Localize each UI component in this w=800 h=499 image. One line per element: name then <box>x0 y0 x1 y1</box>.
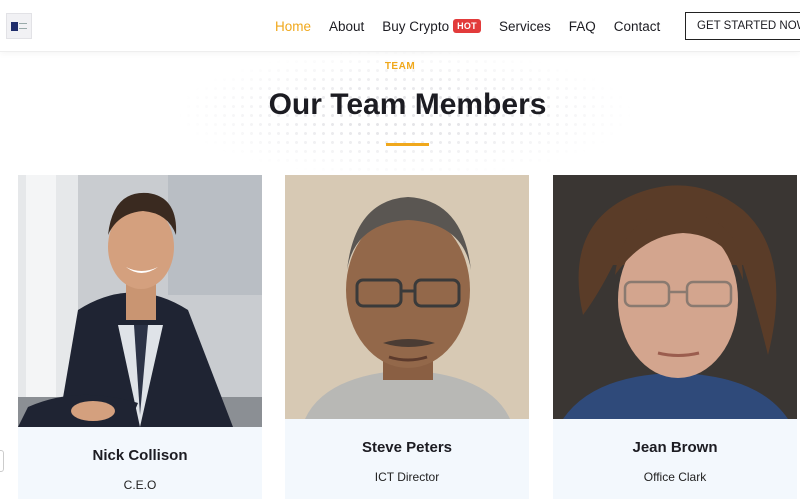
site-header: Home About Buy Crypto HOT Services FAQ Co… <box>0 0 800 52</box>
nav-contact-label: Contact <box>613 18 661 34</box>
team-role-3: Office Clark <box>643 470 707 484</box>
nav-buy-crypto-label: Buy Crypto <box>382 18 450 34</box>
side-scroll-tab[interactable] <box>0 450 4 472</box>
section-eyebrow: TEAM <box>384 61 416 72</box>
nav-faq-label: FAQ <box>568 18 596 34</box>
hot-badge: HOT <box>453 19 481 33</box>
nav-contact[interactable]: Contact <box>614 19 661 34</box>
team-name-1: Nick Collison <box>92 447 188 464</box>
logo-text-icon <box>19 23 27 29</box>
nav-home[interactable]: Home <box>275 19 311 34</box>
logo-mark-icon <box>11 21 18 31</box>
nav-about[interactable]: About <box>329 19 364 34</box>
team-info-3: Jean Brown Office Clark <box>553 419 797 499</box>
team-photo-3 <box>553 175 797 419</box>
team-name-2: Steve Peters <box>361 439 453 456</box>
nav-home-label: Home <box>275 18 312 34</box>
site-logo[interactable] <box>6 13 32 39</box>
team-info-1: Nick Collison C.E.O <box>18 427 262 499</box>
team-role-2: ICT Director <box>374 470 440 484</box>
nav-buy-crypto[interactable]: Buy Crypto HOT <box>382 19 481 34</box>
nav-services-label: Services <box>498 18 551 34</box>
nav-faq[interactable]: FAQ <box>569 19 596 34</box>
nav-services[interactable]: Services <box>499 19 551 34</box>
section-title: Our Team Members <box>268 88 547 121</box>
team-name-3: Jean Brown <box>632 439 718 456</box>
team-photo-1 <box>18 175 262 427</box>
team-photo-2 <box>285 175 529 419</box>
nav-about-label: About <box>329 18 365 34</box>
team-role-1: C.E.O <box>123 478 157 492</box>
team-info-2: Steve Peters ICT Director <box>285 419 529 499</box>
get-started-button[interactable]: GET STARTED NOW! <box>685 12 800 40</box>
main-nav: Home About Buy Crypto HOT Services FAQ Co… <box>275 0 660 52</box>
title-underline <box>386 143 429 146</box>
